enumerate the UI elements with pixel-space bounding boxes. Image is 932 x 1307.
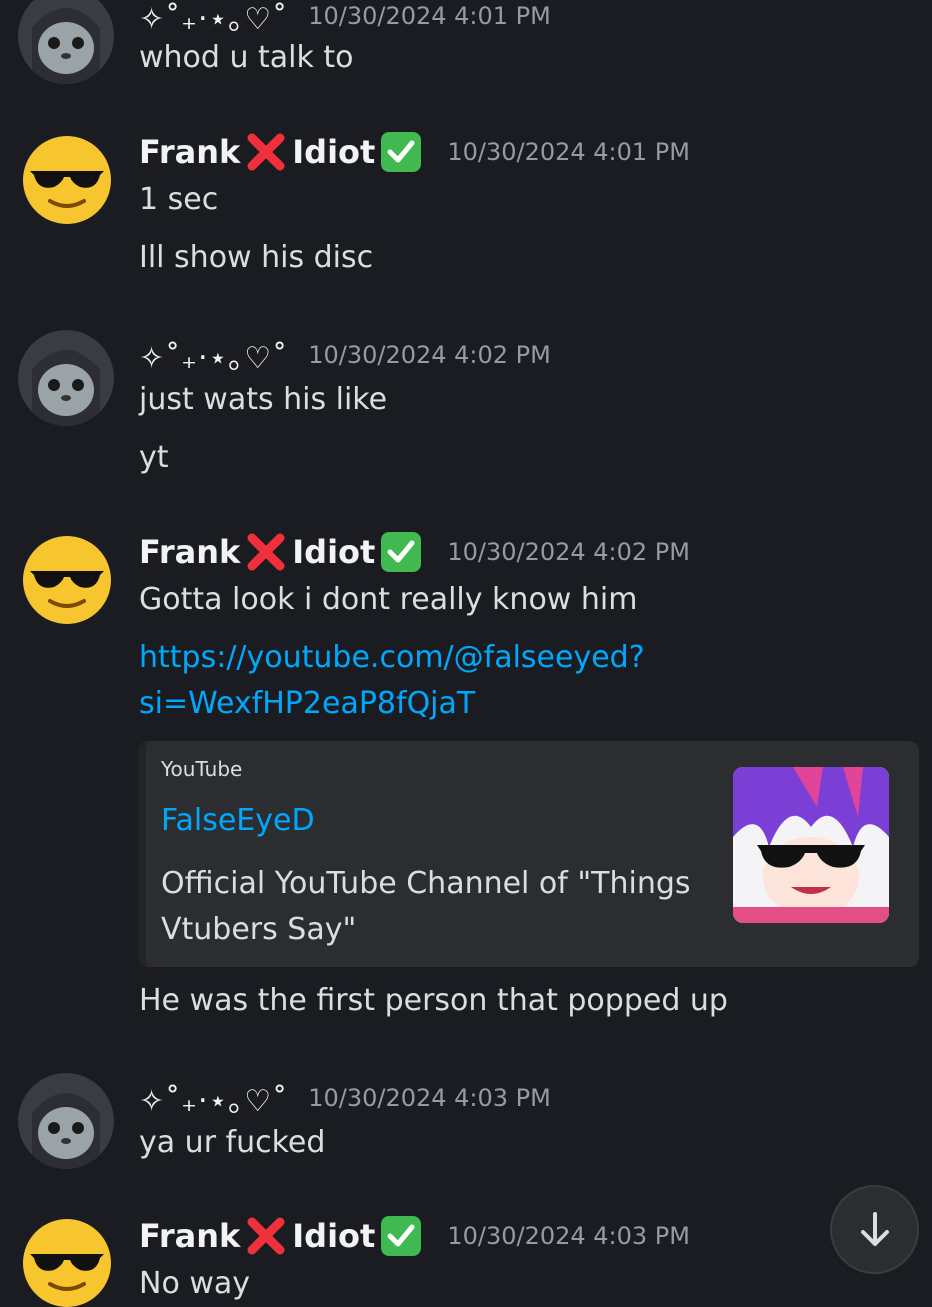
check-mark-icon <box>381 132 422 172</box>
username[interactable]: ✧˚₊‧⋆｡♡˚ <box>139 333 288 377</box>
embed-provider[interactable]: YouTube <box>161 757 242 781</box>
message-header: Frank Idiot 10/30/2024 4:01 PM <box>139 130 690 174</box>
timestamp: 10/30/2024 4:01 PM <box>308 2 551 30</box>
embed-title[interactable]: FalseEyeD <box>161 803 315 838</box>
message-text: ya ur fucked <box>139 1125 326 1160</box>
message-link[interactable]: https://youtube.com/@falseeyed? <box>139 640 645 675</box>
message-text: 1 sec <box>139 182 219 217</box>
seal-avatar-icon <box>18 0 114 84</box>
timestamp: 10/30/2024 4:02 PM <box>308 341 551 369</box>
sunglasses-face-icon <box>23 1219 111 1307</box>
timestamp: 10/30/2024 4:01 PM <box>447 138 690 166</box>
avatar[interactable] <box>22 135 112 225</box>
message-text: Gotta look i dont really know him <box>139 582 638 617</box>
arrow-down-icon <box>860 1211 889 1246</box>
cross-mark-icon <box>247 133 285 171</box>
seal-avatar-icon <box>18 330 114 426</box>
chat-message-list: ✧˚₊‧⋆｡♡˚ 10/30/2024 4:01 PM whod u talk … <box>0 0 932 1307</box>
username-suffix[interactable]: Idiot <box>292 1217 375 1255</box>
timestamp: 10/30/2024 4:03 PM <box>308 1084 551 1112</box>
avatar[interactable] <box>18 0 114 84</box>
username-suffix[interactable]: Idiot <box>292 533 375 571</box>
avatar[interactable] <box>18 330 114 426</box>
sunglasses-face-icon <box>23 136 111 224</box>
message-text: Ill show his disc <box>139 240 374 275</box>
avatar[interactable] <box>22 535 112 625</box>
message-text: yt <box>139 440 169 475</box>
embed-description: Official YouTube Channel of "Things Vtub… <box>161 866 691 947</box>
jump-to-bottom-button[interactable] <box>830 1185 919 1274</box>
message-text: whod u talk to <box>139 40 354 75</box>
username[interactable]: Frank <box>139 1217 240 1255</box>
link-embed[interactable]: YouTube FalseEyeD Official YouTube Chann… <box>138 741 919 967</box>
timestamp: 10/30/2024 4:03 PM <box>447 1222 690 1250</box>
check-mark-icon <box>381 1216 422 1256</box>
cross-mark-icon <box>247 1217 285 1255</box>
cross-mark-icon <box>247 533 285 571</box>
message-text: No way <box>139 1266 251 1301</box>
username[interactable]: Frank <box>139 533 240 571</box>
message-header: Frank Idiot 10/30/2024 4:02 PM <box>139 530 690 574</box>
vtuber-thumbnail-icon <box>733 767 889 923</box>
embed-thumbnail[interactable] <box>733 767 889 923</box>
message-text: just wats his like <box>139 382 388 417</box>
username[interactable]: ✧˚₊‧⋆｡♡˚ <box>139 1076 288 1120</box>
message-header: ✧˚₊‧⋆｡♡˚ 10/30/2024 4:02 PM <box>139 333 551 377</box>
sunglasses-face-icon <box>23 536 111 624</box>
username[interactable]: Frank <box>139 133 240 171</box>
message-header: ✧˚₊‧⋆｡♡˚ 10/30/2024 4:01 PM <box>139 0 551 38</box>
username-suffix[interactable]: Idiot <box>292 133 375 171</box>
message-header: ✧˚₊‧⋆｡♡˚ 10/30/2024 4:03 PM <box>139 1076 551 1120</box>
timestamp: 10/30/2024 4:02 PM <box>447 538 690 566</box>
message-link[interactable]: si=WexfHP2eaP8fQjaT <box>139 686 475 721</box>
avatar[interactable] <box>18 1073 114 1169</box>
check-mark-icon <box>381 532 422 572</box>
avatar[interactable] <box>22 1218 112 1307</box>
message-header: Frank Idiot 10/30/2024 4:03 PM <box>139 1214 690 1258</box>
message-text: He was the first person that popped up <box>139 983 728 1018</box>
username[interactable]: ✧˚₊‧⋆｡♡˚ <box>139 0 288 38</box>
seal-avatar-icon <box>18 1073 114 1169</box>
